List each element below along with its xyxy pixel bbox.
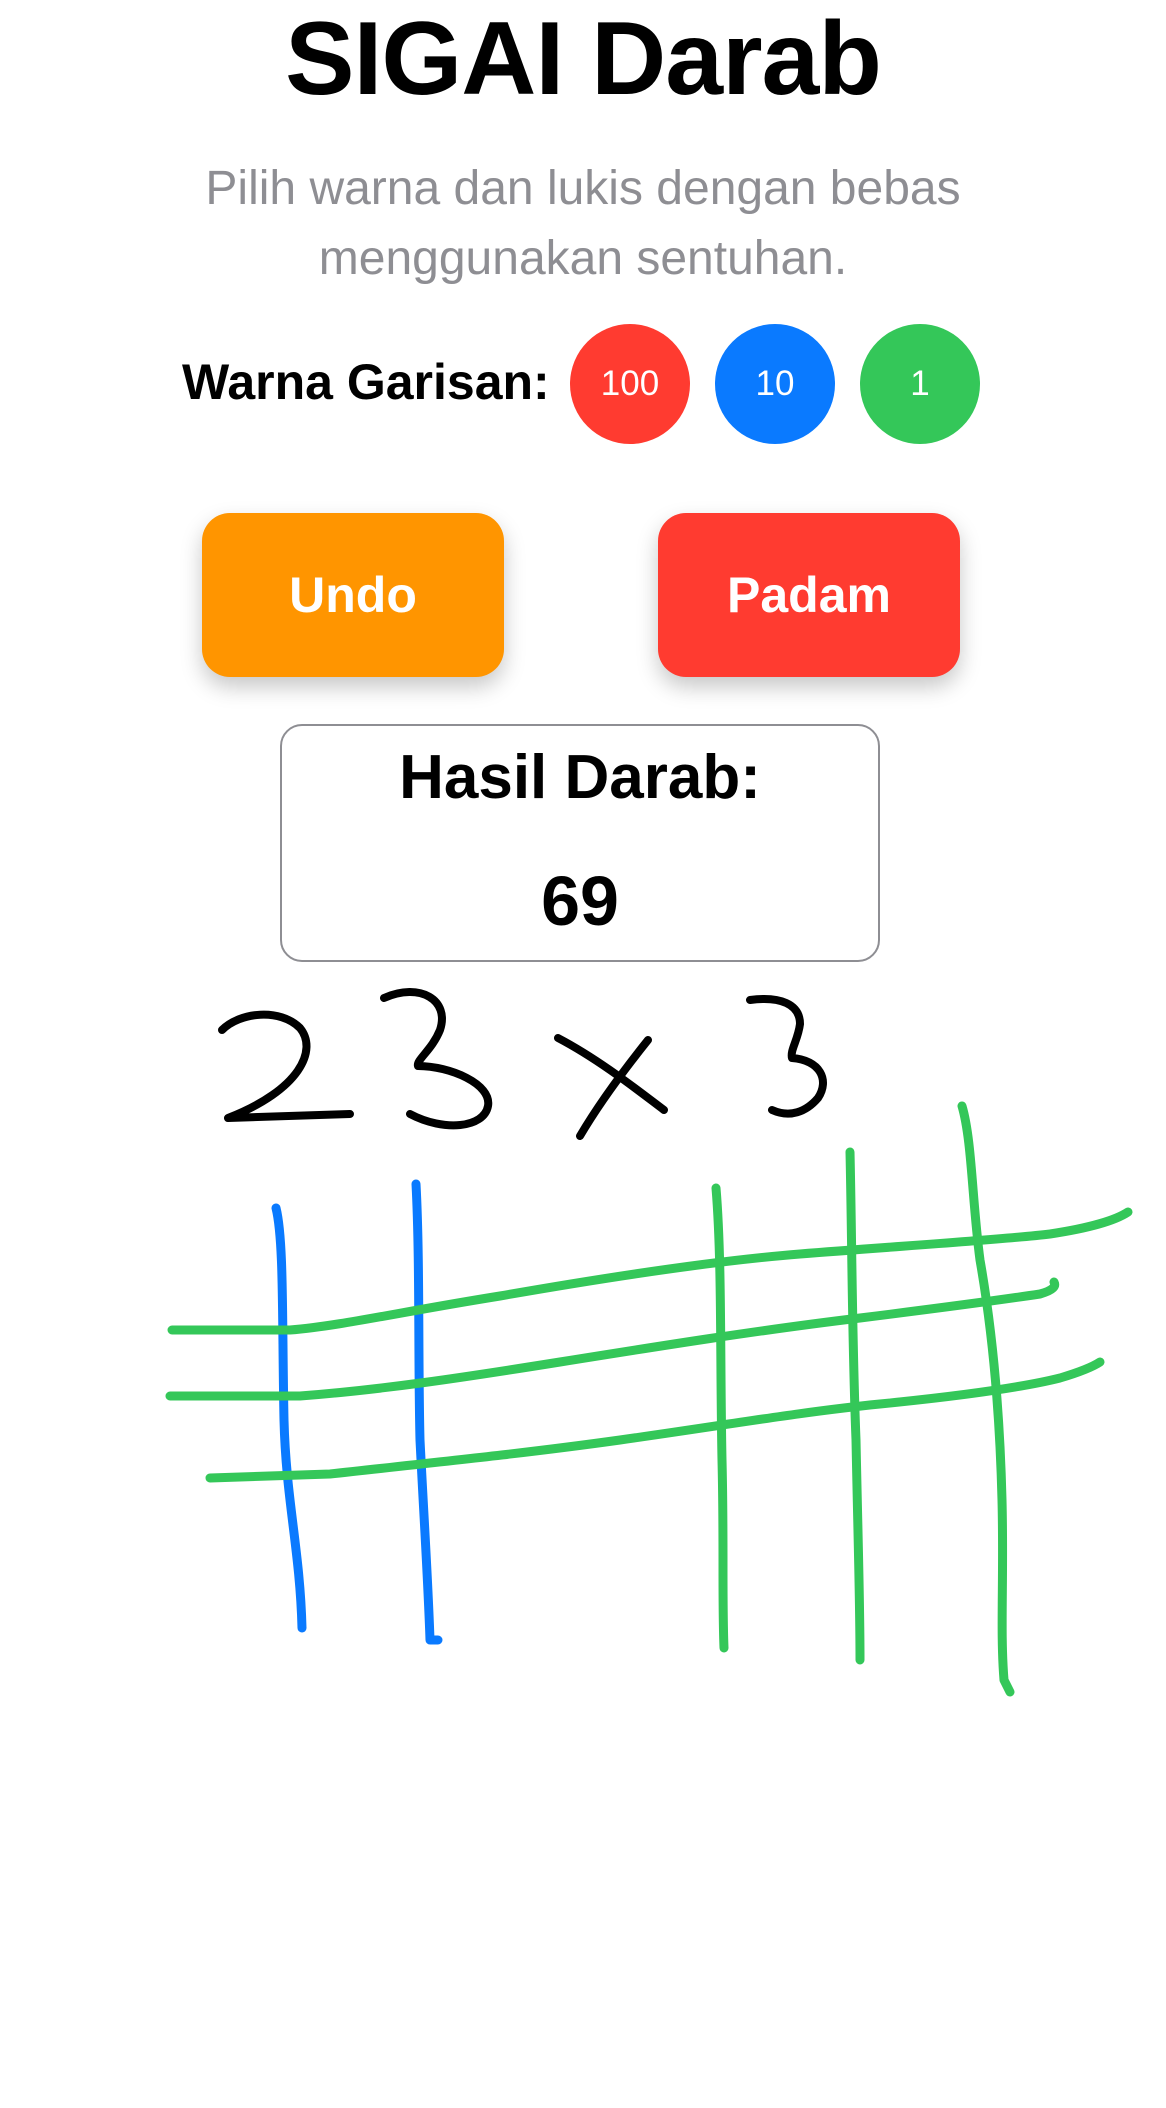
result-label: Hasil Darab:: [399, 743, 761, 812]
green-horizontal-line-2: [165, 1277, 1060, 1401]
ones-strokes: [165, 1101, 1133, 1697]
handwritten-problem: [218, 988, 827, 1140]
green-vertical-line-3: [957, 1101, 1015, 1697]
stroke-color-label: Warna Garisan:: [182, 354, 550, 410]
ink-multiply-sign: [554, 1034, 668, 1140]
ink-digit-2: [218, 1010, 354, 1122]
result-panel: Hasil Darab: 69: [280, 724, 880, 962]
tens-strokes: [271, 1179, 443, 1645]
blue-vertical-line-1: [271, 1203, 307, 1633]
page-title: SIGAI Darab: [285, 1, 882, 117]
color-swatch-red-hundreds[interactable]: 100: [570, 324, 690, 444]
ink-digit-3-first: [380, 988, 493, 1130]
result-value: 69: [541, 862, 619, 940]
green-horizontal-line-3: [205, 1357, 1105, 1483]
page-subtitle: Pilih warna dan lukis dengan bebas mengg…: [205, 162, 961, 285]
ink-digit-3-second: [746, 995, 827, 1118]
green-vertical-line-1: [711, 1183, 729, 1653]
color-swatch-green-ones[interactable]: 1: [860, 324, 980, 444]
clear-button[interactable]: Padam: [658, 513, 960, 677]
color-swatch-blue-tens[interactable]: 10: [715, 324, 835, 444]
drawing-canvas[interactable]: [0, 970, 1166, 2108]
undo-button[interactable]: Undo: [202, 513, 504, 677]
blue-vertical-line-2: [411, 1179, 443, 1645]
